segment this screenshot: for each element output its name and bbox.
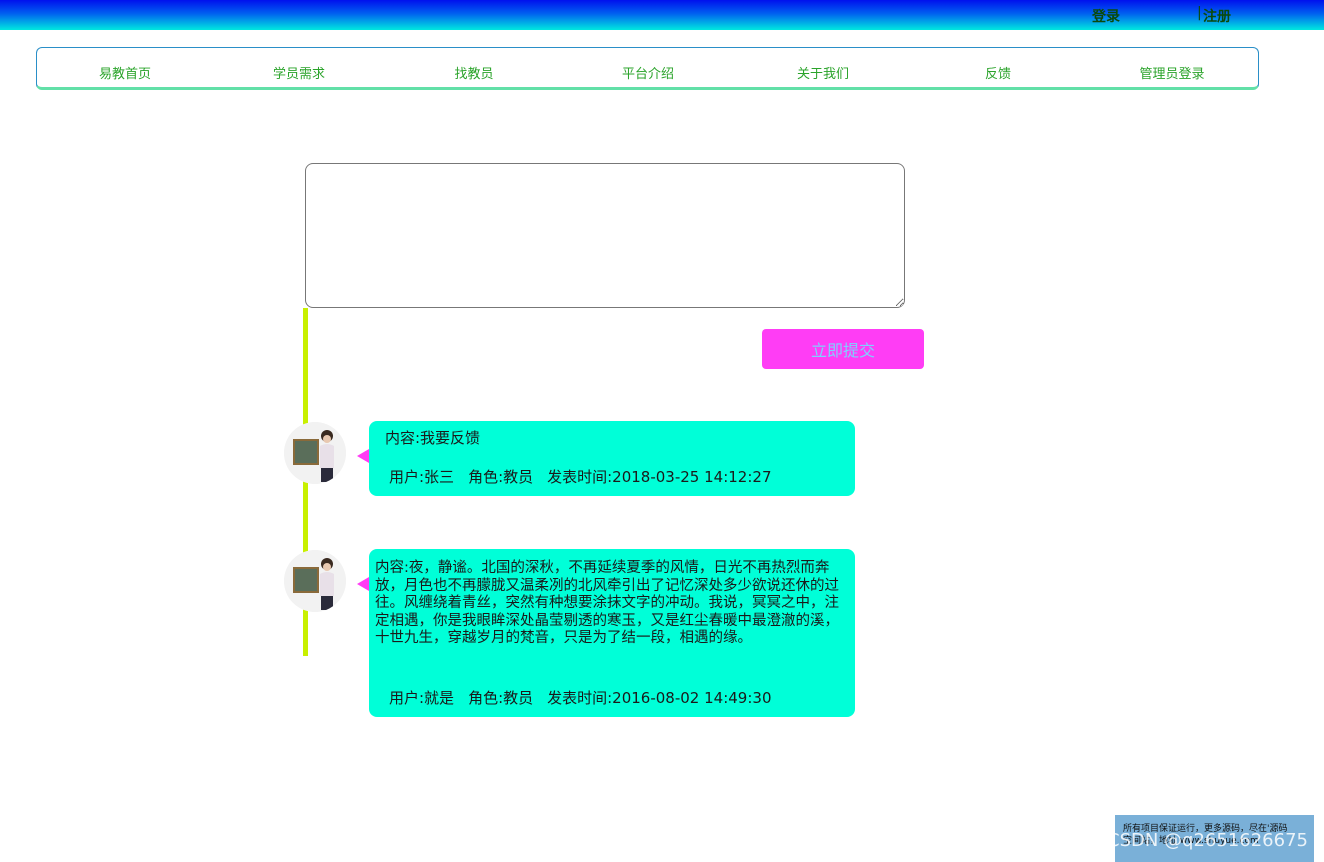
feedback-role: 角色:教员: [468, 689, 534, 707]
feedback-meta: 用户:张三 角色:教员 发表时间:2018-03-25 14:12:27: [389, 468, 786, 486]
register-link[interactable]: 注册: [1203, 6, 1231, 26]
nav-item-home[interactable]: 易教首页: [99, 63, 151, 82]
feedback-time: 发表时间:2016-08-02 14:49:30: [547, 689, 772, 707]
nav-item-feedback[interactable]: 反馈: [985, 63, 1011, 82]
feedback-content: 内容:我要反馈: [385, 429, 481, 447]
nav-item-platform-intro[interactable]: 平台介绍: [622, 63, 674, 82]
separator: |: [1197, 5, 1202, 21]
csdn-watermark: CSDN @q2651626675: [1107, 830, 1308, 851]
bubble-arrow: [357, 577, 369, 591]
main-nav: 易教首页 学员需求 找教员 平台介绍 关于我们 反馈 管理员登录: [36, 47, 1259, 90]
feedback-user: 用户:张三: [389, 468, 455, 486]
nav-item-admin-login[interactable]: 管理员登录: [1139, 63, 1204, 82]
login-link[interactable]: 登录: [1092, 6, 1120, 26]
nav-item-find-tutor[interactable]: 找教员: [454, 63, 493, 82]
avatar: [284, 550, 346, 612]
feedback-item: 内容:夜，静谧。北国的深秋，不再延续夏季的风情，日光不再热烈而奔放，月色也不再朦…: [369, 549, 855, 717]
nav-item-about-us[interactable]: 关于我们: [797, 63, 849, 82]
feedback-content: 内容:夜，静谧。北国的深秋，不再延续夏季的风情，日光不再热烈而奔放，月色也不再朦…: [375, 560, 839, 646]
submit-button[interactable]: 立即提交: [762, 329, 924, 369]
feedback-user: 用户:就是: [389, 689, 455, 707]
feedback-time: 发表时间:2018-03-25 14:12:27: [547, 468, 772, 486]
feedback-textarea[interactable]: [305, 163, 905, 308]
avatar: [284, 422, 346, 484]
top-bar: 登录 | 注册: [0, 0, 1324, 30]
bubble-arrow: [357, 449, 369, 463]
feedback-meta: 用户:就是 角色:教员 发表时间:2016-08-02 14:49:30: [389, 689, 786, 707]
feedback-item: 内容:我要反馈 用户:张三 角色:教员 发表时间:2018-03-25 14:12:…: [369, 421, 855, 496]
teacher-avatar-icon: [284, 550, 346, 612]
feedback-role: 角色:教员: [468, 468, 534, 486]
nav-item-student-needs[interactable]: 学员需求: [273, 63, 325, 82]
teacher-avatar-icon: [284, 422, 346, 484]
